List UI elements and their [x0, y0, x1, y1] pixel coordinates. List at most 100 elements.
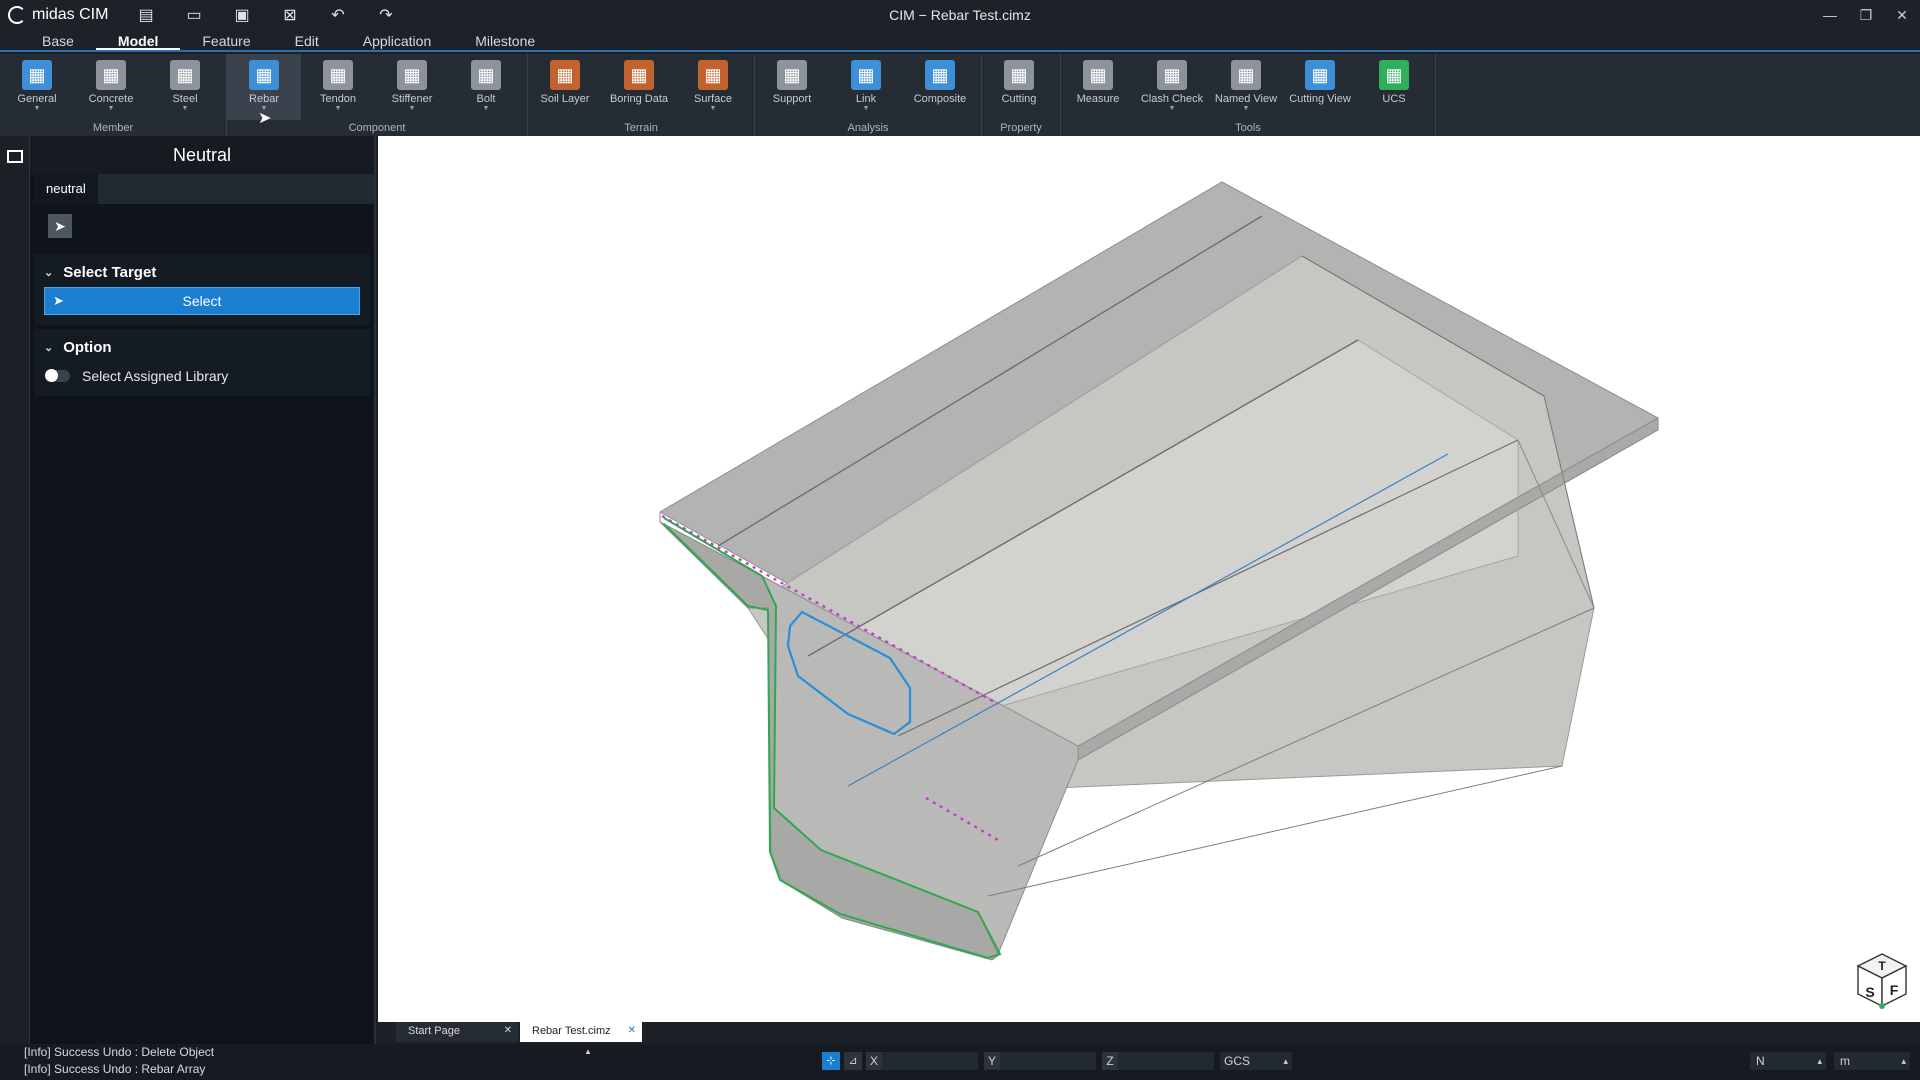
panel-title: Neutral — [30, 136, 374, 174]
bolt-button[interactable]: ▦ Bolt ▼ — [449, 54, 523, 120]
select-assigned-library-toggle[interactable] — [45, 369, 70, 382]
bolt-icon: ▦ — [471, 60, 501, 90]
ribbon-group-member: ▦ General ▼ ▦ Concrete ▼ ▦ Steel ▼ Member — [0, 54, 227, 136]
ribbon-group-component: ▦ Rebar ▼ ▦ Tendon ▼ ▦ Stiffener ▼ ▦ Bolt ▼ Componen… — [227, 54, 528, 136]
link-button[interactable]: ▦ Link ▼ — [829, 54, 903, 120]
y-coordinate-input[interactable] — [1000, 1052, 1096, 1070]
dropdown-caret-icon[interactable]: ▼ — [108, 105, 115, 113]
pointer-icon: ➤ — [54, 217, 66, 234]
dropdown-caret-icon[interactable]: ▼ — [1243, 105, 1250, 113]
x-coordinate-input[interactable] — [882, 1052, 978, 1070]
support-button[interactable]: ▦ Support — [755, 54, 829, 120]
view-cube-right-label: F — [1890, 982, 1899, 998]
minimize-icon[interactable]: — — [1812, 0, 1848, 30]
dropdown-caret-icon[interactable]: ▼ — [863, 105, 870, 113]
length-unit-select[interactable]: m — [1834, 1052, 1910, 1070]
mouse-cursor: ➤ — [258, 110, 272, 127]
dropdown-caret-icon[interactable]: ▼ — [1169, 105, 1176, 113]
select-assigned-library-label: Select Assigned Library — [82, 368, 229, 384]
surface-button[interactable]: ▦ Surface ▼ — [676, 54, 750, 120]
pointer-button[interactable]: ➤ — [48, 214, 72, 238]
ucs-button[interactable]: ▦ UCS — [1357, 54, 1431, 120]
cutting-view-button[interactable]: ▦ Cutting View — [1283, 54, 1357, 120]
open-folder-icon[interactable]: ▭ — [184, 5, 204, 25]
measure-button[interactable]: ▦ Measure — [1061, 54, 1135, 120]
save-icon[interactable]: ▣ — [232, 5, 252, 25]
panel-toolbar: ➤ — [30, 204, 374, 250]
tab-neutral[interactable]: neutral — [34, 174, 98, 204]
ribbon-button-label: Clash Check — [1140, 93, 1204, 105]
panel-toggle-icon[interactable] — [7, 150, 23, 163]
dropdown-caret-icon[interactable]: ▼ — [710, 105, 717, 113]
tendon-button[interactable]: ▦ Tendon ▼ — [301, 54, 375, 120]
tab-edit[interactable]: Edit — [273, 30, 341, 50]
tab-feature[interactable]: Feature — [180, 30, 272, 50]
close-file-icon[interactable]: ⊠ — [280, 5, 300, 25]
log-line: [Info] Success Undo : Delete Object — [24, 1045, 215, 1059]
option-heading: Option — [63, 339, 112, 356]
option-section: ⌄ Option Select Assigned Library — [34, 329, 370, 396]
force-unit-select[interactable]: N — [1750, 1052, 1826, 1070]
tab-milestone[interactable]: Milestone — [453, 30, 557, 50]
z-axis-label: Z — [1102, 1052, 1118, 1070]
dropdown-caret-icon[interactable]: ▼ — [409, 105, 416, 113]
dropdown-caret-icon[interactable]: ▼ — [182, 105, 189, 113]
new-file-icon[interactable]: ▤ — [136, 5, 156, 25]
general-button[interactable]: ▦ General ▼ — [0, 54, 74, 120]
select-button-label: Select — [182, 293, 222, 309]
tab-application[interactable]: Application — [341, 30, 454, 50]
ribbon-group-terrain: ▦ Soil Layer ▦ Boring Data ▦ Surface ▼ Terrain — [528, 54, 755, 136]
soil-layer-button[interactable]: ▦ Soil Layer — [528, 54, 602, 120]
select-target-header[interactable]: ⌄ Select Target — [44, 262, 360, 287]
dropdown-caret-icon[interactable]: ▼ — [483, 105, 490, 113]
doc-tab-start-page[interactable]: Start Page ✕ — [396, 1022, 518, 1042]
composite-icon: ▦ — [925, 60, 955, 90]
concrete-button[interactable]: ▦ Concrete ▼ — [74, 54, 148, 120]
surface-icon: ▦ — [698, 60, 728, 90]
boring-data-button[interactable]: ▦ Boring Data — [602, 54, 676, 120]
close-tab-icon[interactable]: ✕ — [504, 1025, 512, 1036]
doc-tab-rebar-test[interactable]: Rebar Test.cimz ✕ — [520, 1022, 642, 1042]
view-cube-origin — [1879, 1003, 1885, 1009]
model-viewport[interactable]: T S F — [378, 136, 1920, 1022]
link-icon: ▦ — [851, 60, 881, 90]
ribbon-button-label: Concrete — [88, 93, 134, 105]
view-cube[interactable]: T S F — [1854, 950, 1910, 1010]
coordinate-system-select[interactable]: GCS — [1220, 1052, 1292, 1070]
z-coordinate-input[interactable] — [1118, 1052, 1214, 1070]
tab-model[interactable]: Model — [95, 30, 181, 50]
composite-button[interactable]: ▦ Composite — [903, 54, 977, 120]
clash-check-icon: ▦ — [1157, 60, 1187, 90]
select-button[interactable]: ➤ Select — [44, 287, 360, 315]
ribbon-group-tools: ▦ Measure ▦ Clash Check ▼ ▦ Named View ▼ ▦ Cuttin… — [1061, 54, 1436, 136]
log-expand-icon[interactable]: ▲ — [584, 1047, 592, 1056]
angle-icon[interactable]: ⊿ — [844, 1052, 862, 1070]
snap-icon[interactable]: ⊹ — [822, 1052, 840, 1070]
view-cube-left-label: S — [1865, 984, 1874, 1000]
tab-base[interactable]: Base — [20, 30, 96, 50]
log-line: [Info] Success Undo : Rebar Array — [24, 1062, 206, 1076]
steel-button[interactable]: ▦ Steel ▼ — [148, 54, 222, 120]
option-header[interactable]: ⌄ Option — [44, 337, 360, 362]
stiffener-button[interactable]: ▦ Stiffener ▼ — [375, 54, 449, 120]
restore-icon[interactable]: ❐ — [1848, 0, 1884, 30]
cutting-button[interactable]: ▦ Cutting — [982, 54, 1056, 120]
close-icon[interactable]: ✕ — [1884, 0, 1920, 30]
pointer-icon: ➤ — [53, 293, 64, 308]
undo-icon[interactable]: ↶ — [328, 5, 348, 25]
y-axis-label: Y — [984, 1052, 1000, 1070]
doc-tab-label: Start Page — [408, 1025, 460, 1037]
dropdown-caret-icon[interactable]: ▼ — [34, 105, 41, 113]
ribbon-group-label: Tools — [1235, 122, 1261, 134]
redo-icon[interactable]: ↷ — [376, 5, 396, 25]
ribbon: ▦ General ▼ ▦ Concrete ▼ ▦ Steel ▼ Member ▦ Rebar ▼ ▦… — [0, 54, 1920, 136]
close-tab-icon[interactable]: ✕ — [628, 1025, 636, 1036]
ribbon-group-label: Member — [92, 122, 134, 134]
dropdown-caret-icon[interactable]: ▼ — [335, 105, 342, 113]
named-view-button[interactable]: ▦ Named View ▼ — [1209, 54, 1283, 120]
ucs-icon: ▦ — [1379, 60, 1409, 90]
ribbon-group-label: Analysis — [847, 122, 889, 134]
clash-check-button[interactable]: ▦ Clash Check ▼ — [1135, 54, 1209, 120]
chevron-down-icon: ⌄ — [44, 267, 54, 279]
app-logo: midas CIM — [0, 6, 120, 24]
